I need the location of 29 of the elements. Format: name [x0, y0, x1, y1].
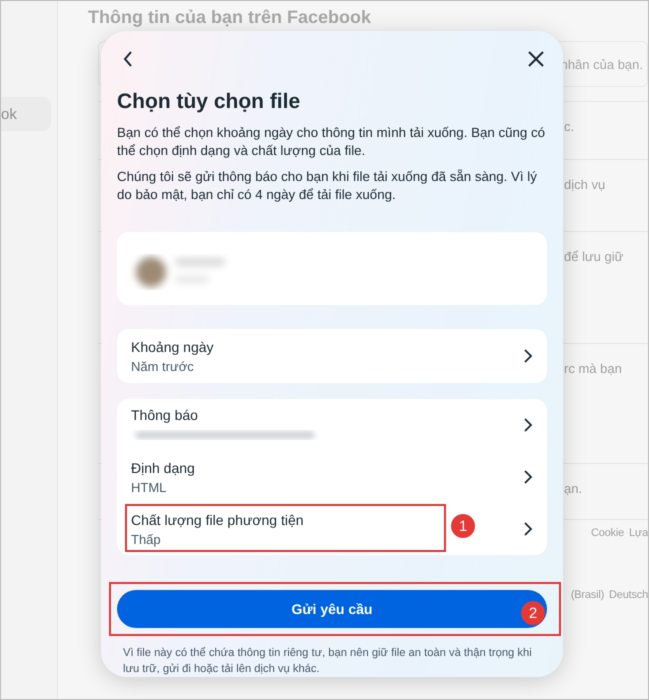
row-text: dịch vụ [564, 177, 606, 192]
description-text: Bạn có thể chọn khoảng ngày cho thông tin mình tải xuống. Bạn cũng có thể chọn định dạng và chất lượng của file. [117, 124, 546, 160]
row-text: rc mà bạn [564, 361, 622, 376]
chevron-right-icon [523, 522, 533, 536]
step-badge: 1 [451, 514, 475, 538]
sidebar-item[interactable]: ok [1, 97, 51, 131]
description-text: Chúng tôi sẽ gửi thông báo cho bạn khi file tải xuống đã sẵn sàng. Vì lý do bảo mật, bạn chỉ có 4 ngày để tải file xuống. [117, 168, 538, 204]
option-label: Khoảng ngày [131, 338, 214, 354]
row-text: để lưu giữ [564, 249, 624, 264]
row-text: c. [564, 119, 574, 134]
chevron-right-icon [523, 470, 533, 484]
back-icon [123, 50, 133, 67]
dialog-title: Chọn tùy chọn file [117, 90, 302, 114]
page-title: Thông tin của bạn trên Facebook [88, 7, 372, 29]
option-label: Thông báo [131, 407, 199, 423]
privacy-note: Vì file này có thể chứa thông tin riêng tư, bạn nên giữ file an toàn và thận trọng khi lưu trữ, gửi đi hoặc tải lên dịch vụ khác. [122, 646, 533, 677]
option-value: HTML [131, 480, 168, 494]
option-label: Định dạng [131, 460, 195, 476]
option-row[interactable]: Khoảng ngày Năm trước [117, 329, 547, 383]
option-row[interactable]: Định dạng HTML [117, 451, 547, 503]
option-label: Chất lượng file phương tiện [131, 512, 304, 528]
chevron-right-icon [523, 418, 533, 432]
close-icon [528, 50, 544, 67]
option-value: Thấp [131, 532, 162, 546]
row-text: ạn. [564, 481, 582, 496]
option-value: Năm trước [131, 358, 195, 374]
option-row[interactable]: Thông báo [117, 399, 547, 451]
chevron-right-icon [523, 349, 533, 363]
option-row[interactable]: Chất lượng file phương tiện Thấp 1 [117, 503, 547, 555]
